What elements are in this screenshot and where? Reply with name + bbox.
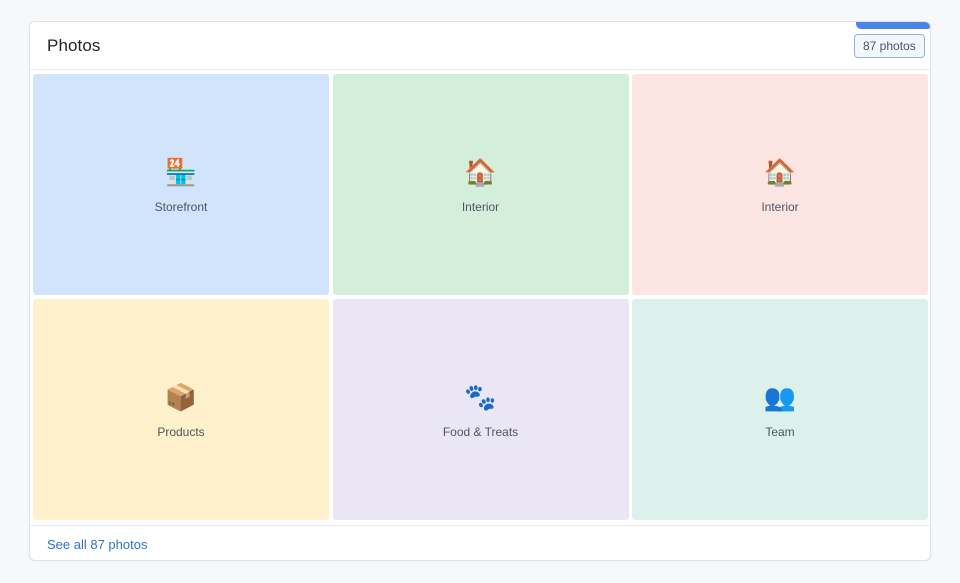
- tile-label: Products: [157, 425, 205, 439]
- tile-label: Storefront: [154, 200, 208, 214]
- photo-tile-team[interactable]: 👥 Team: [632, 299, 928, 520]
- photo-tile-interior[interactable]: 🏠 Interior: [332, 74, 629, 295]
- tile-label: Interior: [461, 200, 500, 214]
- card-header: Photos 87 photos: [30, 22, 930, 70]
- tile-label: Food & Treats: [442, 425, 519, 439]
- photo-tile-storefront[interactable]: 🏪 Storefront: [33, 74, 329, 295]
- people-icon: 👥: [763, 383, 797, 413]
- photo-tile-food-treats[interactable]: 🐾 Food & Treats: [332, 299, 629, 520]
- photos-card: Photos 87 photos 🏪 Storefront 🏠 Interior…: [29, 21, 931, 561]
- see-all-photos-link[interactable]: See all 87 photos: [47, 537, 147, 552]
- photo-tile-interior-2[interactable]: 🏠 Interior: [632, 74, 928, 295]
- house-icon: 🏠: [464, 158, 497, 188]
- photo-tile-products[interactable]: 📦 Products: [33, 299, 329, 520]
- card-footer: See all 87 photos: [30, 525, 930, 560]
- photo-count-badge: 87 photos: [854, 34, 925, 58]
- tile-label: Interior: [761, 200, 799, 214]
- card-title: Photos: [47, 36, 101, 55]
- storefront-icon: 🏪: [164, 158, 198, 188]
- package-icon: 📦: [164, 383, 198, 413]
- photo-grid: 🏪 Storefront 🏠 Interior 🏠 Interior 📦 Pro…: [33, 74, 928, 521]
- house-icon: 🏠: [763, 158, 797, 188]
- tile-label: Team: [765, 425, 795, 439]
- paw-prints-icon: 🐾: [464, 383, 497, 413]
